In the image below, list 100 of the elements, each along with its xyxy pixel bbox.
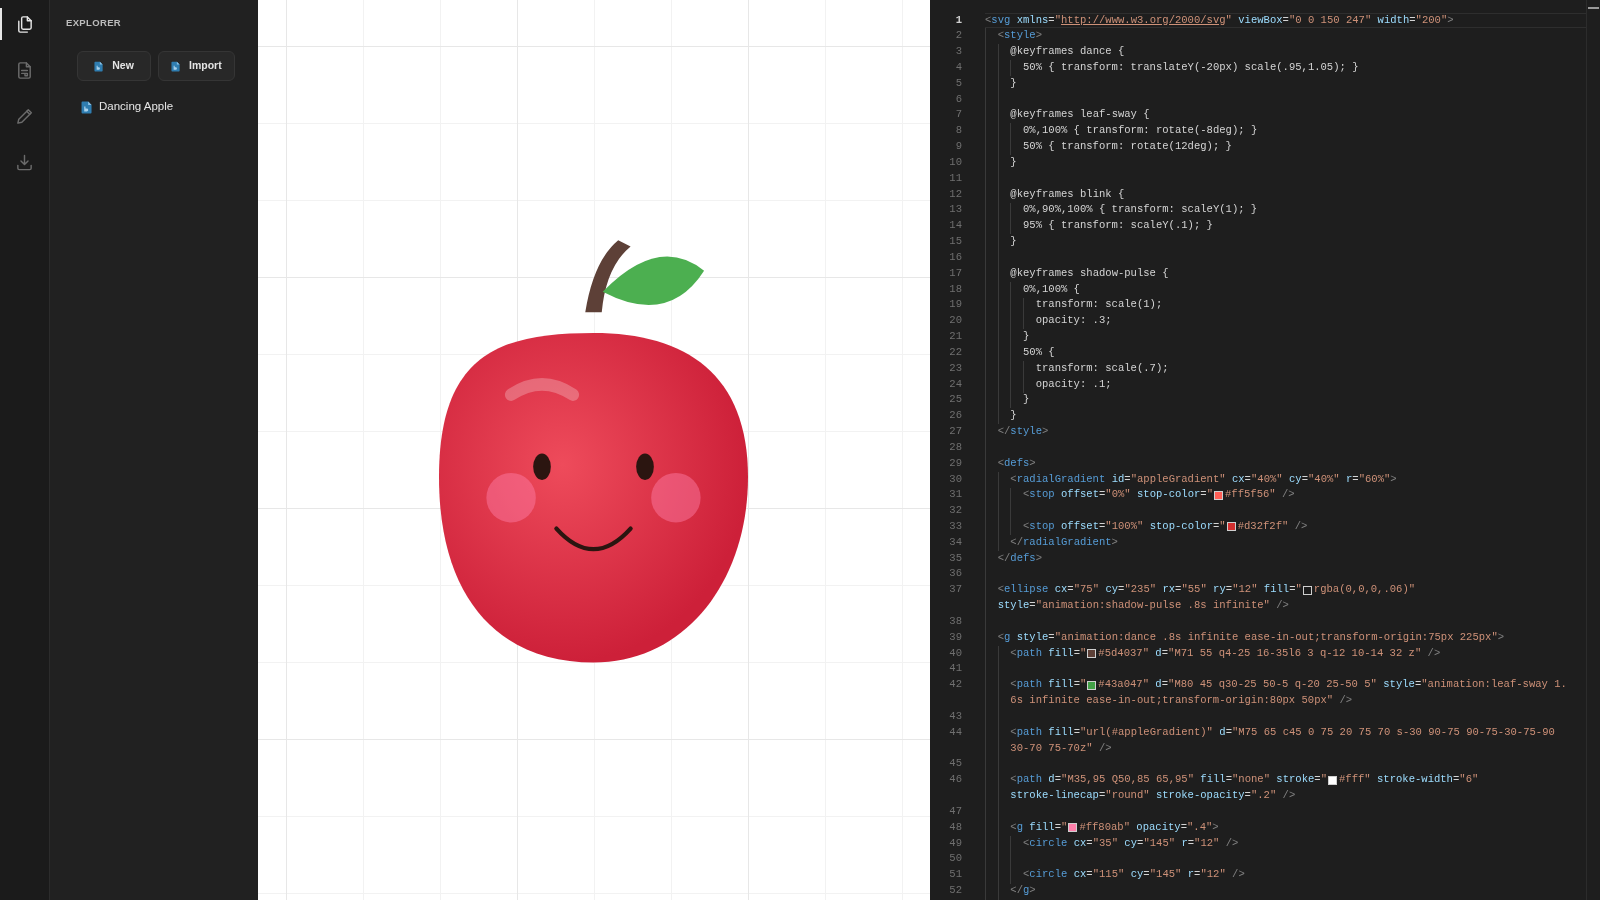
- line-number: 32: [949, 504, 962, 517]
- line-number: 18: [949, 282, 962, 295]
- cheek: [486, 473, 536, 523]
- line-number: 13: [949, 203, 962, 216]
- code-text: 0%,90%,100% { transform: scaleY(1); }: [1023, 202, 1258, 218]
- line-number: 20: [949, 314, 962, 327]
- import-button[interactable]: Import: [158, 51, 235, 81]
- code-text: <path d="M35,95 Q50,85 65,95" fill="none" stroke=": [1010, 772, 1327, 788]
- code-text: 30-70 75-70z" />: [1010, 740, 1112, 756]
- code-text: transform: scale(1);: [1035, 297, 1163, 313]
- line-number: 42: [949, 678, 962, 691]
- line-number: 23: [949, 361, 962, 374]
- code-text: 6s infinite ease-in-out;transform-origin:80px 50px" />: [1010, 693, 1353, 709]
- line-number: 22: [949, 345, 962, 358]
- code-text: stroke-linecap="round" stroke-opacity=".2" />: [1010, 788, 1296, 804]
- code-text: <path fill=": [1010, 677, 1087, 693]
- code-text: @keyframes blink {: [1010, 186, 1125, 202]
- line-number: 37: [949, 583, 962, 596]
- cursor-marker: [1588, 7, 1599, 9]
- code-text: </radialGradient>: [1010, 534, 1118, 550]
- code-text: <style>: [997, 28, 1042, 44]
- code-text: <path fill="url(#appleGradient)" d="M75 65 c45 0 75 20 75 70 s-30 90-75 90-75-30-75-90: [1010, 724, 1555, 740]
- code-text: 50% { transform: translateY(-20px) scale(.95,1.05); }: [1023, 60, 1359, 75]
- code-text: opacity: .1;: [1035, 376, 1112, 392]
- code-text: <stop offset="100%" stop-color=": [1023, 519, 1226, 534]
- code-text: @keyframes dance {: [1010, 44, 1125, 60]
- code-text: </g>: [1010, 883, 1036, 899]
- code-text: <circle cx="115" cy="145" r="12" />: [1023, 867, 1245, 883]
- code-text: <circle cx="35" cy="145" r="12" />: [1023, 835, 1239, 851]
- line-number: 48: [949, 820, 962, 833]
- line-number: 9: [955, 140, 962, 153]
- code-text: transform: scale(.7);: [1035, 360, 1169, 376]
- code-text: }: [1010, 234, 1017, 250]
- line-number: 19: [949, 298, 962, 311]
- code-text: }: [1010, 154, 1017, 170]
- code-text: <g style="animation:dance .8s infinite ease-in-out;transform-origin:75px 225px">: [997, 629, 1505, 645]
- line-number: 8: [955, 124, 962, 137]
- url-link[interactable]: http://www.w3.org/2000/svg: [1061, 13, 1226, 26]
- code-text: <defs>: [997, 455, 1036, 471]
- line-number: 51: [949, 868, 962, 881]
- line-number: 45: [949, 757, 962, 770]
- code-text: style="animation:shadow-pulse .8s infinite" />: [997, 598, 1289, 614]
- code-text: 95% { transform: scaleY(.1); }: [1023, 218, 1213, 234]
- code-text: }: [1023, 329, 1030, 345]
- line-number: 25: [949, 393, 962, 406]
- code-text: <path fill=": [1010, 645, 1087, 661]
- line-number: 16: [949, 250, 962, 263]
- line-number: 29: [949, 456, 962, 469]
- code-text: }: [1010, 75, 1017, 91]
- files-icon: [15, 14, 34, 34]
- line-number: 30: [949, 472, 962, 485]
- line-number: 17: [949, 266, 962, 279]
- line-number: 10: [949, 155, 962, 168]
- code-text: 0%,100% {: [1023, 281, 1080, 297]
- document-icon: [15, 60, 34, 80]
- line-number: 40: [949, 646, 962, 659]
- line-number: 35: [949, 551, 962, 564]
- code-text: 50% {: [1023, 344, 1055, 360]
- code-text: }: [1023, 392, 1030, 408]
- line-number: 52: [949, 884, 962, 897]
- line-number: 7: [955, 108, 962, 121]
- eye: [636, 453, 654, 480]
- line-number: 43: [949, 709, 962, 722]
- file-icon: [81, 100, 92, 114]
- line-number: 3: [955, 45, 962, 58]
- line-number: 1: [955, 13, 962, 26]
- new-button[interactable]: New: [77, 51, 151, 81]
- code-text: #43a047" d="M80 45 q30-25 50-5 q-20 25-50 5" style="animation:leaf-sway 1.: [1098, 677, 1567, 693]
- line-number: 34: [949, 535, 962, 548]
- code-text: #ff5f56" />: [1225, 487, 1295, 503]
- line-number: 28: [949, 440, 962, 453]
- line-number: 15: [949, 235, 962, 248]
- line-number: 46: [949, 773, 962, 786]
- line-number: 6: [955, 92, 962, 105]
- line-number: 38: [949, 614, 962, 627]
- line-number: 4: [955, 61, 962, 73]
- cheek: [651, 473, 701, 523]
- code-text: #5d4037" d="M71 55 q4-25 16-35l6 3 q-12 10-14 32 z" />: [1098, 645, 1441, 661]
- pencil-icon: [15, 106, 34, 126]
- download-icon: [15, 152, 34, 172]
- line-number: 24: [949, 377, 962, 390]
- code-text: <g fill=": [1010, 819, 1068, 835]
- code-text: @keyframes leaf-sway {: [1010, 107, 1150, 123]
- code-text: <stop offset="0%" stop-color=": [1023, 487, 1213, 503]
- line-number: 2: [955, 29, 962, 42]
- file-item[interactable]: Dancing Apple: [81, 97, 176, 117]
- line-number: 50: [949, 852, 962, 865]
- code-text: }: [1010, 408, 1017, 424]
- code-text: @keyframes shadow-pulse {: [1010, 265, 1169, 281]
- line-number: 41: [949, 662, 962, 675]
- code-text: <ellipse cx="75" cy="235" rx="55" ry="12" fill=": [997, 582, 1302, 598]
- line-number: 33: [949, 520, 962, 532]
- code-text: #d32f2f" />: [1237, 519, 1308, 534]
- code-text: opacity: .3;: [1035, 313, 1112, 329]
- file-icon: [171, 60, 180, 72]
- code-text: </style>: [997, 424, 1049, 440]
- code-text: #fff" stroke-width="6": [1339, 772, 1479, 788]
- code-text: rgba(0,0,0,.06)": [1313, 582, 1416, 598]
- line-number: 21: [949, 330, 962, 343]
- line-number: 44: [949, 725, 962, 738]
